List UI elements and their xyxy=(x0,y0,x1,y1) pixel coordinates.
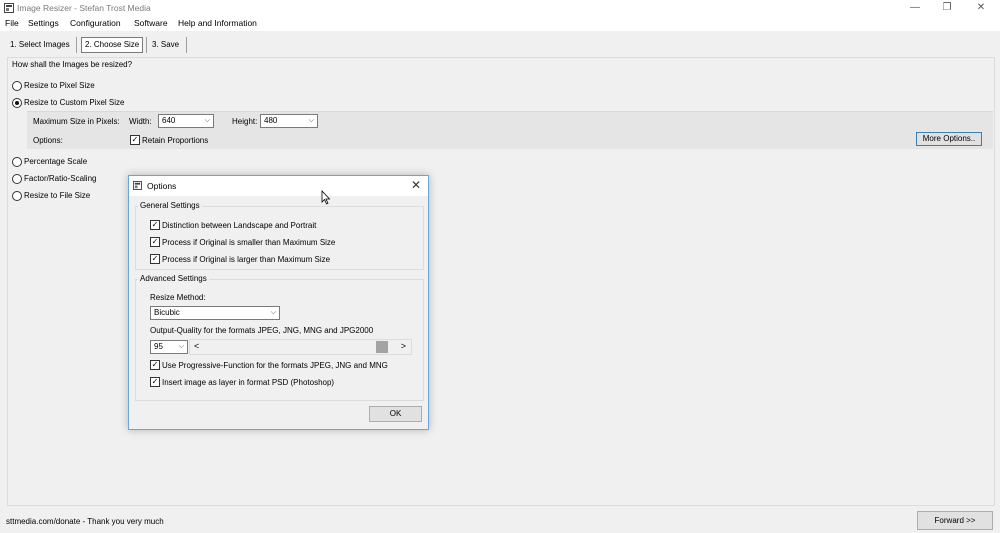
radio-button[interactable] xyxy=(12,157,22,167)
width-label: Width: xyxy=(129,117,152,126)
resize-method-select[interactable]: Bicubic ⌵ xyxy=(150,306,280,320)
custom-size-panel: Maximum Size in Pixels: Width: 640 ⌵ Hei… xyxy=(27,111,993,149)
resize-method-label: Resize Method: xyxy=(150,293,206,302)
option-label: Insert image as layer in format PSD (Pho… xyxy=(162,378,335,387)
option-label: Use Progressive-Function for the formats… xyxy=(162,361,388,370)
quality-value: 95 xyxy=(154,342,163,351)
checkbox-checked[interactable]: ✓ xyxy=(150,377,160,387)
radio-label: Factor/Ratio-Scaling xyxy=(24,174,97,183)
mouse-cursor-icon xyxy=(321,190,331,205)
checkbox-checked[interactable]: ✓ xyxy=(150,220,160,230)
title-bar: Image Resizer - Stefan Trost Media — ❐ ✕ xyxy=(0,0,1000,16)
general-settings-label: General Settings xyxy=(138,201,202,210)
radio-label: Percentage Scale xyxy=(24,157,88,166)
step-divider xyxy=(146,37,147,53)
resize-method-value: Bicubic xyxy=(154,308,180,317)
maximize-button[interactable]: ❐ xyxy=(930,0,964,16)
step-save[interactable]: 3. Save xyxy=(152,38,179,52)
options-icon xyxy=(133,181,142,190)
step-divider xyxy=(76,37,77,53)
option-label: Process if Original is larger than Maxim… xyxy=(162,255,331,264)
status-text: sttmedia.com/donate - Thank you very muc… xyxy=(6,517,164,526)
forward-button[interactable]: Forward >> xyxy=(917,511,993,530)
radio-button[interactable] xyxy=(12,174,22,184)
chevron-down-icon: ⌵ xyxy=(178,343,184,350)
menu-file[interactable]: File xyxy=(5,18,19,28)
scroll-left-arrow-icon[interactable]: < xyxy=(194,341,199,351)
radio-button[interactable] xyxy=(12,81,22,91)
quality-select[interactable]: 95 ⌵ xyxy=(150,340,188,354)
option-label: Distinction between Landscape and Portra… xyxy=(162,221,317,230)
menu-settings[interactable]: Settings xyxy=(28,18,59,28)
width-value: 640 xyxy=(162,116,176,125)
menu-software[interactable]: Software xyxy=(134,18,168,28)
ok-button[interactable]: OK xyxy=(369,406,422,422)
menu-configuration[interactable]: Configuration xyxy=(70,18,121,28)
radio-button-selected[interactable] xyxy=(12,98,22,108)
checkbox-checked[interactable]: ✓ xyxy=(150,360,160,370)
scroll-thumb[interactable] xyxy=(376,341,388,353)
more-options-button[interactable]: More Options.. xyxy=(916,132,982,146)
window-title: Image Resizer - Stefan Trost Media xyxy=(17,3,151,13)
radio-label: Resize to Pixel Size xyxy=(24,81,95,90)
chevron-down-icon: ⌵ xyxy=(204,117,210,124)
dialog-title: Options xyxy=(147,181,177,191)
height-value: 480 xyxy=(264,116,278,125)
menu-help[interactable]: Help and Information xyxy=(178,18,257,28)
max-size-label: Maximum Size in Pixels: xyxy=(33,117,120,126)
radio-label: Resize to File Size xyxy=(24,191,91,200)
width-select[interactable]: 640 ⌵ xyxy=(158,114,214,128)
quality-scrollbar[interactable]: < > xyxy=(189,339,412,355)
menu-bar: File Settings Configuration Software Hel… xyxy=(0,16,1000,31)
scroll-right-arrow-icon[interactable]: > xyxy=(401,341,406,351)
step-select-images[interactable]: 1. Select Images xyxy=(10,38,70,52)
chevron-down-icon: ⌵ xyxy=(308,117,314,124)
close-button[interactable]: ✕ xyxy=(964,0,998,16)
radio-label: Resize to Custom Pixel Size xyxy=(24,98,125,107)
advanced-settings-label: Advanced Settings xyxy=(138,274,209,283)
height-label: Height: xyxy=(232,117,258,126)
checkbox-checked[interactable]: ✓ xyxy=(150,237,160,247)
step-choose-size[interactable]: 2. Choose Size xyxy=(81,37,144,53)
retain-proportions-label: Retain Proportions xyxy=(142,136,209,145)
resize-question: How shall the Images be resized? xyxy=(12,60,133,69)
minimize-button[interactable]: — xyxy=(898,0,932,16)
checkbox-checked[interactable]: ✓ xyxy=(150,254,160,264)
quality-label: Output-Quality for the formats JPEG, JNG… xyxy=(150,326,374,335)
app-icon xyxy=(4,3,14,13)
chevron-down-icon: ⌵ xyxy=(270,309,276,316)
option-label: Process if Original is smaller than Maxi… xyxy=(162,238,336,247)
options-dialog: Options ✕ General Settings ✓ Distinction… xyxy=(128,175,429,430)
options-label: Options: xyxy=(33,136,63,145)
height-select[interactable]: 480 ⌵ xyxy=(260,114,318,128)
dialog-title-bar: Options ✕ xyxy=(129,176,428,196)
step-divider xyxy=(186,37,187,53)
retain-proportions-checkbox[interactable]: ✓ xyxy=(130,135,140,145)
close-icon[interactable]: ✕ xyxy=(411,179,421,191)
radio-button[interactable] xyxy=(12,191,22,201)
